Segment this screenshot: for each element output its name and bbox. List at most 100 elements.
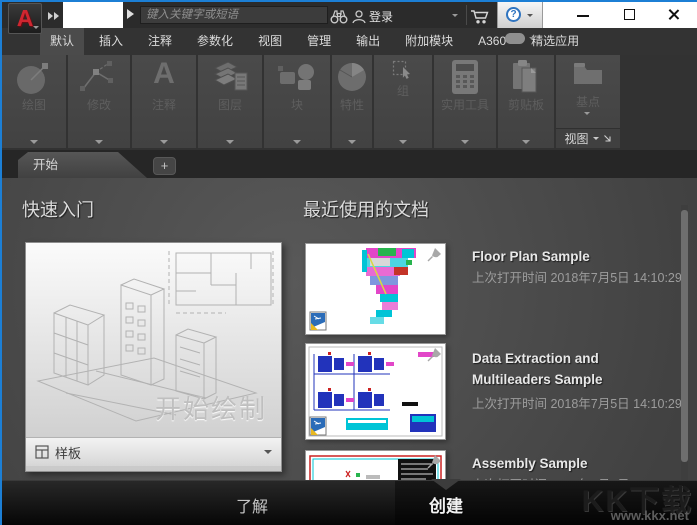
recent-doc-title[interactable]: Data Extraction and Multileaders Sample (472, 348, 650, 390)
ribbon-tab-addins[interactable]: 附加模块 (395, 28, 463, 55)
panel-utilities-dropdown-icon[interactable] (461, 140, 469, 144)
ribbon-display-toggle[interactable] (505, 33, 535, 44)
search-input[interactable] (140, 6, 328, 24)
titlebar-separator (466, 5, 467, 25)
ribbon-display-icon (505, 33, 525, 44)
close-button[interactable] (667, 8, 680, 21)
search-play-icon[interactable] (127, 9, 134, 19)
recent-docs-scrollbar[interactable] (681, 205, 688, 480)
recent-doc-title[interactable]: Floor Plan Sample (472, 246, 650, 267)
basepoint-folder-icon (556, 59, 620, 87)
create-page-notch (431, 479, 461, 490)
block-icon (264, 59, 330, 95)
panel-modify[interactable]: 修改 (68, 55, 130, 148)
template-icon (35, 445, 49, 459)
panel-clipboard[interactable]: 剪贴板 (498, 55, 554, 148)
ribbon-tab-insert[interactable]: 插入 (89, 28, 133, 55)
pin-icon[interactable] (427, 347, 442, 362)
login-dropdown-icon[interactable] (452, 14, 458, 17)
recent-doc-title[interactable]: Assembly Sample (472, 453, 650, 474)
draw-circle-icon (2, 59, 66, 95)
panel-layers-dropdown-icon[interactable] (226, 140, 234, 144)
autocad-window: 登录 ? A 默认 插入 注释 参数化 视图 管理 输出 附加模块 A360 精… (0, 0, 697, 525)
help-dropdown-icon[interactable] (527, 14, 533, 17)
panel-properties-dropdown-icon[interactable] (348, 140, 356, 144)
panel-annotate[interactable]: A 注释 (132, 55, 196, 148)
group-icon (374, 60, 432, 80)
modify-icon (68, 59, 130, 95)
template-dropdown[interactable]: 样板 (26, 437, 281, 466)
annotate-icon: A (132, 59, 196, 89)
panel-layers[interactable]: 图层 (198, 55, 262, 148)
recent-doc-thumbnail[interactable] (305, 450, 446, 480)
autocad-logo-icon: A (17, 7, 34, 30)
watermark-site: www.kkx.net (611, 508, 689, 523)
user-icon (351, 9, 367, 30)
panel-block-dropdown-icon[interactable] (293, 140, 301, 144)
panel-group[interactable]: 组 (374, 55, 432, 148)
panel-draw[interactable]: 绘图 (2, 55, 66, 148)
panel-draw-dropdown-icon[interactable] (30, 140, 38, 144)
quick-access-expand-icon[interactable] (48, 12, 59, 20)
login-button[interactable]: 登录 (369, 8, 393, 25)
app-menu-button[interactable]: A (8, 3, 42, 34)
clipboard-icon (498, 59, 554, 95)
start-drawing-label: 开始绘制 (155, 389, 267, 426)
start-drawing-card[interactable]: 开始绘制 样板 (25, 242, 282, 472)
panel-basepoint-view[interactable]: 基点 视图 (556, 55, 620, 148)
ribbon-tab-manage[interactable]: 管理 (297, 28, 341, 55)
binoculars-icon[interactable] (330, 9, 348, 29)
recent-docs-heading: 最近使用的文档 (303, 196, 429, 222)
assembly-preview (306, 451, 445, 480)
maximize-button[interactable] (624, 9, 635, 20)
start-page-footer: 了解 创建 KK下载 www.kkx.net (0, 480, 697, 525)
panel-annotate-dropdown-icon[interactable] (160, 140, 168, 144)
scrollbar-thumb[interactable] (681, 210, 688, 462)
view-panel-launcher-icon (603, 134, 612, 143)
pin-icon[interactable] (427, 454, 442, 469)
dwg-file-icon (309, 416, 327, 436)
panel-modify-dropdown-icon[interactable] (95, 140, 103, 144)
window-left-border (0, 2, 2, 525)
ribbon-tab-parametric[interactable]: 参数化 (187, 28, 243, 55)
layers-icon (198, 59, 262, 95)
app-menu-dropdown-icon (33, 26, 39, 29)
panel-group-dropdown-icon[interactable] (399, 140, 407, 144)
new-drawing-tab-button[interactable]: + (153, 157, 176, 175)
ribbon-tab-annotate[interactable]: 注释 (138, 28, 182, 55)
create-page-button[interactable]: 创建 (429, 492, 463, 517)
panel-basepoint-dropdown-icon[interactable] (584, 112, 590, 115)
ribbon-tab-bar: 默认 插入 注释 参数化 视图 管理 输出 附加模块 A360 精选应用 (0, 28, 697, 55)
ribbon-tab-output[interactable]: 输出 (346, 28, 390, 55)
cart-icon[interactable] (470, 9, 490, 30)
ribbon-tab-view[interactable]: 视图 (248, 28, 292, 55)
minimize-button[interactable] (577, 15, 589, 17)
quick-start-heading: 快速入门 (22, 196, 94, 222)
recent-doc-thumbnail[interactable] (305, 243, 446, 335)
titlebar: 登录 ? (0, 2, 697, 28)
view-panel-dropdown-icon (593, 137, 599, 140)
panel-utilities[interactable]: 实用工具 (434, 55, 496, 148)
view-panel-title[interactable]: 视图 (556, 128, 620, 148)
pin-icon[interactable] (427, 247, 442, 262)
ribbon-tab-default[interactable]: 默认 (40, 28, 84, 55)
tab-start[interactable]: 开始 (18, 152, 147, 178)
panel-block[interactable]: 块 (264, 55, 330, 148)
start-page: 快速入门 (0, 178, 697, 480)
template-label: 样板 (55, 443, 81, 462)
dwg-file-icon (309, 311, 327, 331)
window-top-border (0, 0, 697, 2)
ribbon-display-dropdown-icon (529, 37, 535, 40)
panel-properties[interactable]: 特性 (332, 55, 372, 148)
recent-doc-thumbnail[interactable] (305, 343, 446, 440)
template-dropdown-icon (264, 450, 272, 454)
help-icon[interactable]: ? (506, 7, 521, 22)
panel-clipboard-dropdown-icon[interactable] (522, 140, 530, 144)
recent-doc-time: 上次打开时间 2018年7月5日 14:10:29 (472, 267, 682, 286)
recent-doc-time: 上次打开时间 2018年7月5日 14:10:29 (472, 393, 682, 412)
calculator-icon (434, 59, 496, 95)
properties-pie-icon (332, 59, 372, 93)
ribbon: 绘图 修改 A 注释 (0, 55, 697, 150)
learn-page-button[interactable]: 了解 (236, 493, 268, 517)
file-tab-bar: 开始 + (0, 150, 697, 178)
